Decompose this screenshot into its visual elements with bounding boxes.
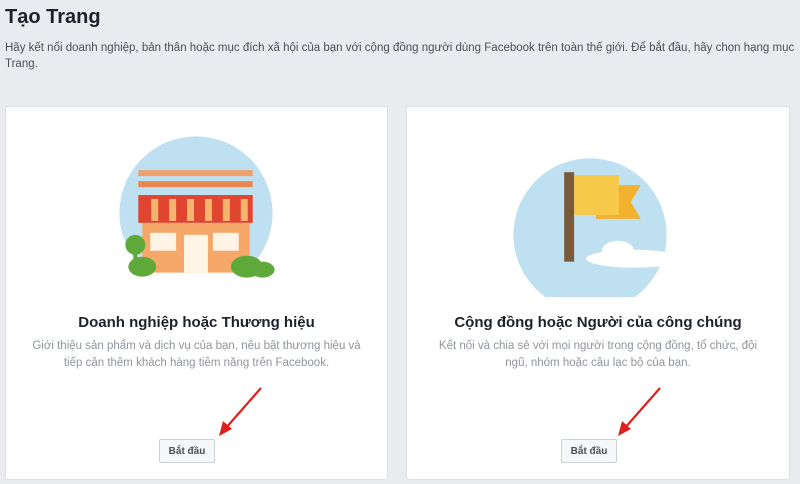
annotation-arrow-icon [219,387,262,436]
storefront-icon [119,136,275,290]
card-title: Doanh nghiệp hoặc Thương hiệu [78,314,315,331]
page-title: Tạo Trang [5,6,101,28]
flag-icon [513,131,682,297]
card-description: Giới thiệu sản phẩm và dịch vụ của bạn, … [32,340,361,369]
business-brand-card[interactable]: Doanh nghiệp hoặc Thương hiệu Giới thiệu… [5,106,388,480]
page-description: Hãy kết nối doanh nghiệp, bản thân hoặc … [5,42,795,70]
annotation-arrow-icon [618,387,661,436]
card-description: Kết nối và chia sẻ với mọi người trong c… [438,340,758,369]
card-title: Cộng đồng hoặc Người của công chúng [454,314,742,331]
get-started-button[interactable]: Bắt đầu [561,439,617,463]
get-started-button[interactable]: Bắt đầu [159,439,215,463]
community-public-figure-card[interactable]: Cộng đồng hoặc Người của công chúng Kết … [406,106,790,480]
